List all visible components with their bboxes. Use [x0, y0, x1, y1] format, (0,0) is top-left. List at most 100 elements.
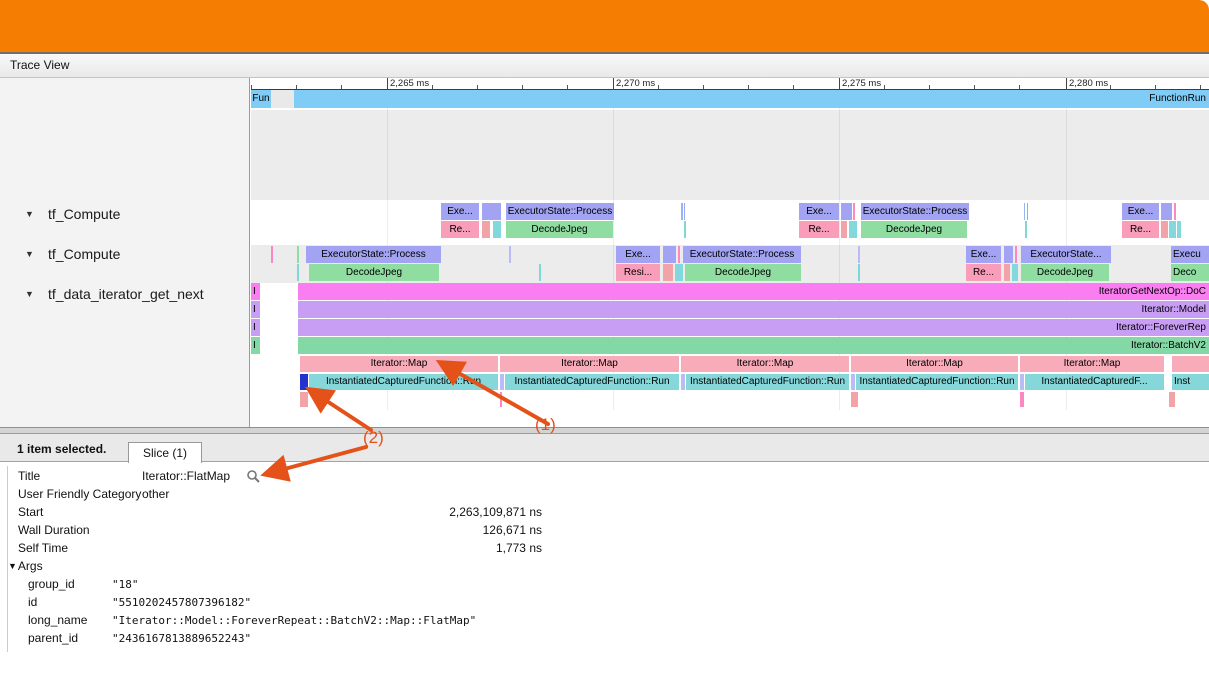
track-toggle-tf_Compute[interactable]: ▼tf_Compute	[25, 245, 120, 262]
trace-slice[interactable]	[482, 203, 501, 220]
trace-slice[interactable]: Exe...	[799, 203, 839, 220]
trace-slice[interactable]: I	[251, 337, 260, 354]
args-toggle[interactable]: ▼Args	[0, 557, 1209, 575]
trace-slice[interactable]: Inst	[1172, 374, 1209, 390]
trace-slice[interactable]	[1169, 392, 1175, 407]
track-toggle-tf_data_iterator_get_next[interactable]: ▼tf_data_iterator_get_next	[25, 285, 204, 302]
trace-slice[interactable]	[1025, 221, 1027, 238]
trace-slice[interactable]: InstantiatedCapturedFunction::Run	[856, 374, 1018, 390]
trace-slice[interactable]: ExecutorState::Process	[506, 203, 614, 220]
trace-slice[interactable]: Iterator::BatchV2	[298, 337, 1209, 354]
selected-slice[interactable]	[300, 374, 308, 390]
trace-slice[interactable]: Fun	[251, 90, 271, 108]
trace-slice[interactable]	[851, 374, 855, 390]
trace-slice[interactable]: InstantiatedCapturedFunction::Run	[686, 374, 849, 390]
trace-slice[interactable]	[1161, 221, 1168, 238]
trace-slice[interactable]: IteratorGetNextOp::DoC	[298, 283, 1209, 300]
trace-slice[interactable]: I	[251, 319, 260, 336]
trace-slice[interactable]: Iterator::Map	[1020, 356, 1164, 372]
track-toggle-tf_Compute[interactable]: ▼tf_Compute	[25, 205, 120, 222]
trace-slice[interactable]: Deco	[1171, 264, 1209, 281]
trace-slice[interactable]	[681, 374, 685, 390]
trace-slice[interactable]	[684, 221, 686, 238]
magnifier-icon[interactable]	[246, 469, 261, 484]
trace-slice[interactable]: ExecutorState...	[1021, 246, 1111, 263]
trace-slice[interactable]: DecodeJpeg	[506, 221, 613, 238]
trace-slice[interactable]	[681, 203, 683, 220]
trace-slice[interactable]	[1015, 246, 1017, 263]
trace-slice[interactable]: Iterator::Model	[298, 301, 1209, 318]
trace-slice[interactable]	[1161, 203, 1172, 220]
trace-slice[interactable]: DecodeJpeg	[309, 264, 439, 281]
track-label: tf_data_iterator_get_next	[48, 286, 204, 302]
trace-slice[interactable]	[482, 221, 490, 238]
trace-slice[interactable]: Iterator::Map	[851, 356, 1018, 372]
trace-slice[interactable]	[539, 264, 541, 281]
trace-slice[interactable]	[1020, 374, 1024, 390]
trace-slice[interactable]	[853, 203, 855, 220]
trace-slice[interactable]: InstantiatedCapturedF...	[1025, 374, 1164, 390]
trace-slice[interactable]	[1177, 221, 1181, 238]
timeline-ruler[interactable]: 2,265 ms2,270 ms2,275 ms2,280 ms	[251, 78, 1209, 90]
trace-slice[interactable]: Re...	[966, 264, 1001, 281]
trace-slice[interactable]: ExecutorState::Process	[683, 246, 801, 263]
trace-slice[interactable]: Execu	[1171, 246, 1209, 263]
panel-splitter[interactable]	[0, 427, 1209, 434]
trace-slice[interactable]: DecodeJpeg	[685, 264, 801, 281]
trace-slice[interactable]	[841, 221, 847, 238]
tab-slice[interactable]: Slice (1)	[128, 442, 202, 463]
arg-value: "18"	[112, 578, 139, 591]
trace-slice[interactable]	[500, 374, 504, 390]
trace-slice[interactable]	[1172, 356, 1209, 372]
trace-slice[interactable]: Re...	[441, 221, 479, 238]
trace-slice[interactable]	[297, 246, 299, 263]
trace-slice[interactable]	[1004, 264, 1010, 281]
trace-slice[interactable]: Exe...	[966, 246, 1001, 263]
timeline-canvas[interactable]: 2,265 ms2,270 ms2,275 ms2,280 ms Fun Func…	[251, 78, 1209, 427]
trace-slice[interactable]	[1027, 203, 1028, 220]
trace-slice[interactable]	[663, 246, 676, 263]
trace-slice[interactable]	[684, 203, 685, 220]
trace-slice[interactable]: Exe...	[616, 246, 660, 263]
trace-slice[interactable]: InstantiatedCapturedFunction::Run	[309, 374, 498, 390]
trace-slice[interactable]: Exe...	[441, 203, 479, 220]
trace-slice[interactable]: ExecutorState::Process	[861, 203, 969, 220]
trace-slice[interactable]	[509, 246, 511, 263]
trace-slice[interactable]: Iterator::Map	[300, 356, 498, 372]
trace-slice[interactable]: Resi...	[616, 264, 660, 281]
trace-slice[interactable]	[297, 264, 299, 281]
trace-slice[interactable]: Iterator::Map	[681, 356, 849, 372]
trace-slice[interactable]	[493, 221, 501, 238]
trace-slice[interactable]	[841, 203, 852, 220]
trace-slice[interactable]: ExecutorState::Process	[306, 246, 441, 263]
trace-slice[interactable]	[500, 392, 502, 407]
trace-slice[interactable]: Iterator::Map	[500, 356, 679, 372]
trace-slice[interactable]	[858, 264, 860, 281]
trace-slice[interactable]: I	[251, 283, 260, 300]
trace-slice[interactable]: Iterator::ForeverRep	[298, 319, 1209, 336]
trace-slice[interactable]	[1020, 392, 1024, 407]
trace-slice[interactable]	[1024, 203, 1025, 220]
trace-slice[interactable]: DecodeJpeg	[861, 221, 967, 238]
trace-slice[interactable]: Exe...	[1122, 203, 1159, 220]
trace-slice[interactable]	[851, 392, 858, 407]
trace-slice[interactable]: Re...	[799, 221, 839, 238]
trace-slice[interactable]: Re...	[1122, 221, 1159, 238]
trace-slice[interactable]	[858, 246, 860, 263]
details-left-border	[7, 466, 8, 652]
trace-slice[interactable]: DecodeJpeg	[1021, 264, 1109, 281]
trace-slice[interactable]	[1174, 203, 1176, 220]
trace-slice[interactable]	[1004, 246, 1013, 263]
trace-slice[interactable]: I	[251, 301, 260, 318]
trace-slice[interactable]: FunctionRun	[294, 90, 1209, 108]
trace-slice[interactable]: InstantiatedCapturedFunction::Run	[505, 374, 679, 390]
trace-row	[251, 392, 1209, 408]
trace-slice[interactable]	[300, 392, 308, 407]
trace-slice[interactable]	[663, 264, 673, 281]
trace-slice[interactable]	[271, 246, 273, 263]
trace-slice[interactable]	[1012, 264, 1018, 281]
trace-slice[interactable]	[675, 264, 683, 281]
trace-slice[interactable]	[849, 221, 857, 238]
trace-slice[interactable]	[1169, 221, 1176, 238]
trace-slice[interactable]	[678, 246, 680, 263]
